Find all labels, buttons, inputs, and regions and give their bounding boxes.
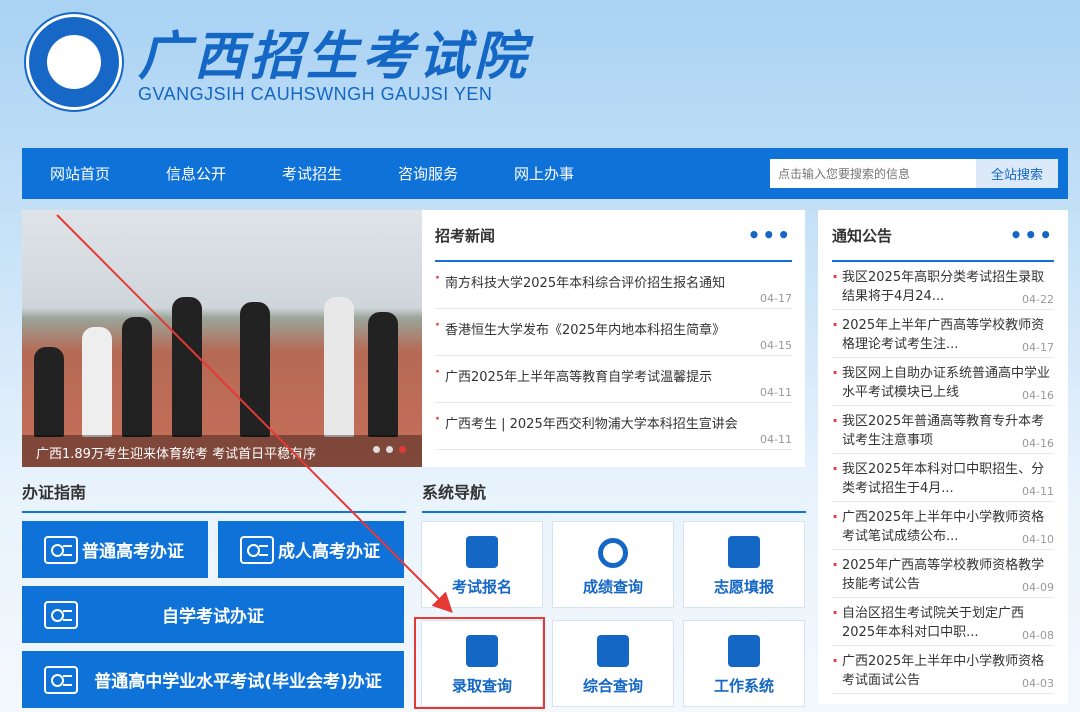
annotation-arrow bbox=[56, 214, 453, 613]
